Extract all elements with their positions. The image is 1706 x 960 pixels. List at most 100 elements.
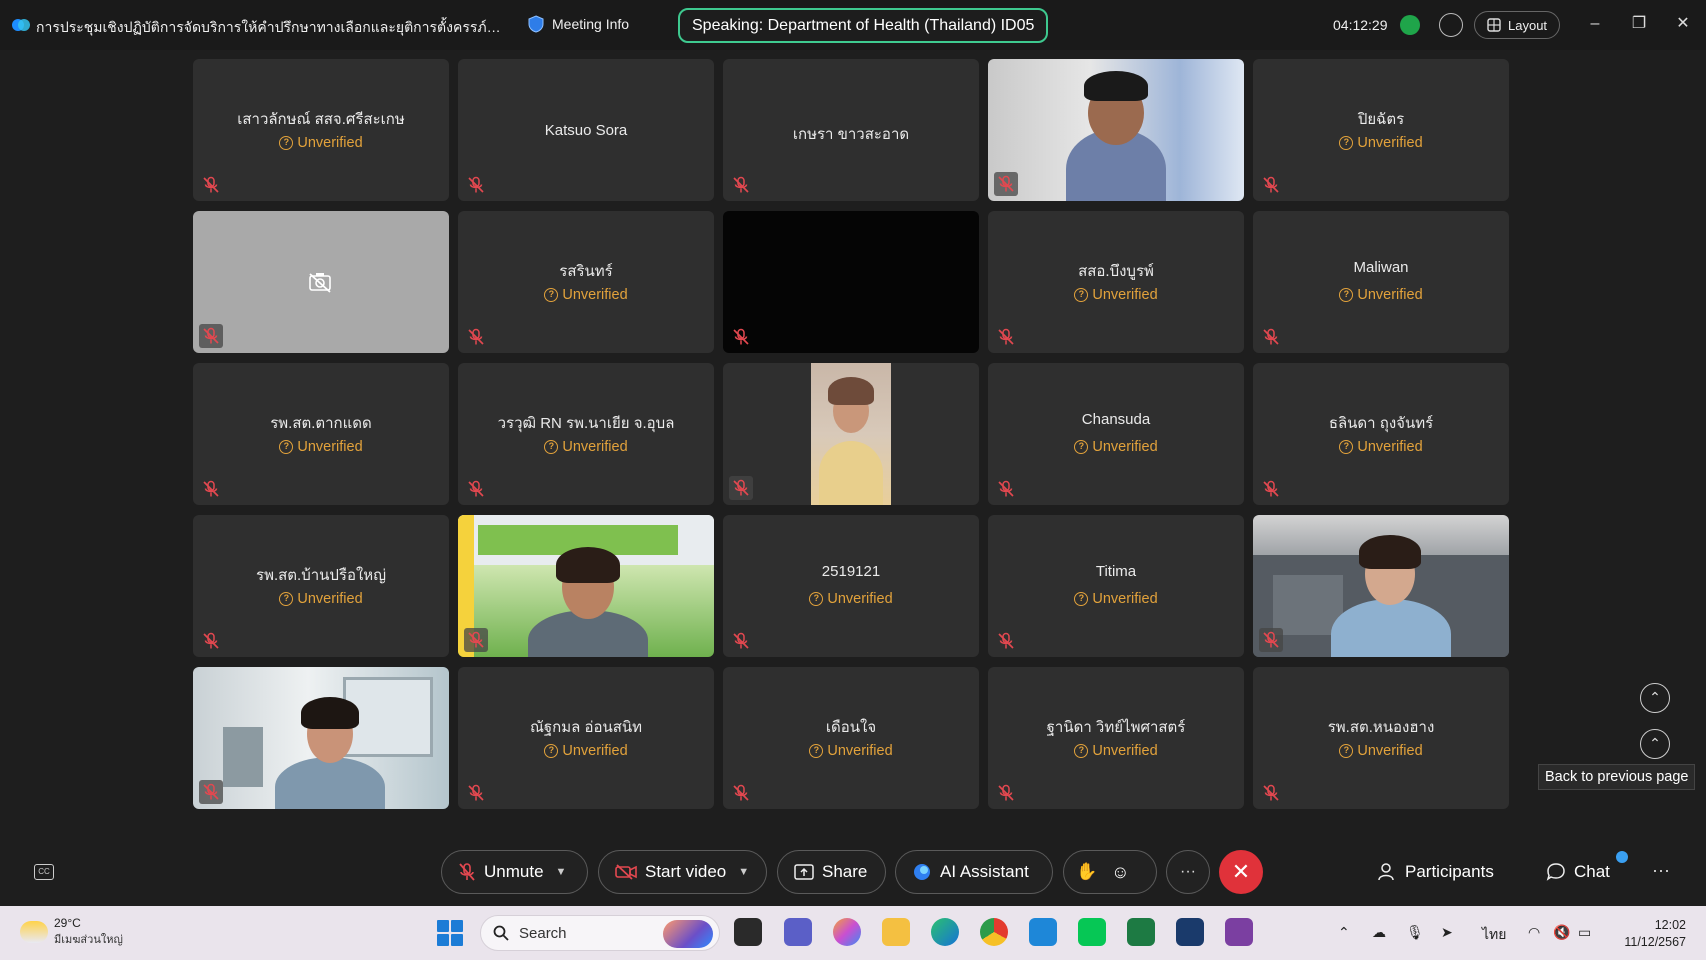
teams-icon[interactable] [784,918,812,946]
participant-tile[interactable]: ปิยฉัตร ? Unverified [1253,59,1509,201]
unverified-icon: ? [544,440,559,454]
share-screen-icon [794,864,814,880]
camera-settings-icon[interactable] [1439,13,1463,37]
ai-assistant-button[interactable]: AI Assistant [895,850,1053,894]
excel-icon[interactable] [1127,918,1155,946]
unverified-label: Unverified [1357,743,1423,759]
camera-off-icon [309,273,331,293]
participant-tile[interactable] [458,515,714,657]
input-language-indicator[interactable]: ไทย [1482,924,1506,946]
unverified-icon: ? [1339,744,1354,758]
participant-tile[interactable] [988,59,1244,201]
raise-hand-icon[interactable]: ✋ [1076,862,1097,882]
network-signal-icon[interactable] [1400,15,1420,35]
unverified-badge: ? Unverified [1253,287,1509,303]
closed-captions-icon[interactable]: CC [34,864,54,880]
participant-name: Chansuda [1081,411,1151,428]
battery-icon[interactable]: ▭ [1578,924,1591,941]
participant-tile[interactable]: 2519121? Unverified [723,515,979,657]
show-hidden-icons-icon[interactable]: ⌃ [1338,924,1350,941]
chevron-down-icon[interactable]: ▼ [556,866,567,878]
participant-tile[interactable] [723,211,979,353]
minimize-icon[interactable]: – [1585,14,1605,34]
participant-tile[interactable] [723,363,979,505]
layout-button[interactable]: Layout [1474,11,1561,39]
participant-tile[interactable]: รพ.สต.ตากแดด? Unverified [193,363,449,505]
participant-name: ธลินดา ถุงจันทร์ [1328,415,1434,432]
task-view-icon[interactable] [734,918,762,946]
participant-tile[interactable]: Katsuo Sora [458,59,714,201]
meeting-timer: 04:12:29 [1333,17,1388,33]
onedrive-icon[interactable]: ☁ [1372,924,1386,941]
share-button[interactable]: Share [777,850,886,894]
close-icon[interactable]: ✕ [1673,14,1693,34]
back-to-previous-page-button[interactable]: ⌃ [1640,729,1670,759]
weather-widget[interactable]: 29°C มีเมฆส่วนใหญ่ [20,916,123,948]
unverified-badge: ? Unverified [723,743,979,759]
windows-start-icon[interactable] [437,920,463,946]
meeting-info-label: Meeting Info [552,16,630,32]
participant-tile[interactable]: วรวุฒิ RN รพ.นาเยีย จ.อุบล? Unverified [458,363,714,505]
location-icon[interactable]: ➤ [1441,924,1453,941]
line-icon[interactable] [1078,918,1106,946]
participant-tile[interactable]: ฐานิดา วิทย์ไพศาสตร์? Unverified [988,667,1244,809]
file-explorer-icon[interactable] [882,918,910,946]
start-video-button[interactable]: Start video ▼ [598,850,767,894]
unverified-icon: ? [1074,440,1089,454]
unverified-icon: ? [544,744,559,758]
taskbar-search[interactable]: Search [480,915,720,951]
system-clock[interactable]: 12:02 11/12/2567 [1616,917,1686,951]
unverified-label: Unverified [827,743,893,759]
speaker-muted-icon[interactable]: 🔇 [1553,924,1570,941]
participant-tile[interactable] [193,211,449,353]
participant-tile[interactable]: เกษรา ขาวสะอาด [723,59,979,201]
leave-meeting-button[interactable]: ✕ [1219,850,1263,894]
mic-muted-icon [202,480,220,498]
participant-tile[interactable]: ณัฐกมล อ่อนสนิท? Unverified [458,667,714,809]
restore-icon[interactable]: ❐ [1629,14,1649,34]
participant-tile[interactable]: Chansuda? Unverified [988,363,1244,505]
mic-muted-tray-icon[interactable]: 🎙 [1406,924,1424,941]
unverified-icon: ? [809,744,824,758]
chat-button[interactable]: Chat [1546,862,1610,882]
participant-tile[interactable]: Maliwan? Unverified [1253,211,1509,353]
participant-tile[interactable]: รพ.สต.บ้านปรือใหญ่? Unverified [193,515,449,657]
scroll-to-top-icon[interactable]: ⌃ [1640,683,1670,713]
windows-taskbar: 29°C มีเมฆส่วนใหญ่ Search ⌃ ☁ 🎙 ➤ ไทย ◠ … [0,906,1706,960]
mic-muted-icon [467,480,485,498]
unverified-badge: ? Unverified [1253,135,1509,151]
mic-muted-icon [1262,176,1280,194]
copilot-icon[interactable] [833,918,861,946]
unverified-label: Unverified [1092,439,1158,455]
unmute-button[interactable]: Unmute ▼ [441,850,588,894]
webex-icon[interactable] [1176,918,1204,946]
participant-tile[interactable] [1253,515,1509,657]
unverified-badge: ? Unverified [458,287,714,303]
participant-name: ปิยฉัตร [1357,111,1405,128]
participant-tile[interactable]: เสาวลักษณ์ สสจ.ศรีสะเกษ? Unverified [193,59,449,201]
participant-tile[interactable]: รสรินทร์? Unverified [458,211,714,353]
participant-tile[interactable] [193,667,449,809]
notepad-icon[interactable] [1029,918,1057,946]
meeting-info-button[interactable]: Meeting Info [528,15,629,33]
participant-tile[interactable]: Titima? Unverified [988,515,1244,657]
participant-tile[interactable]: ธลินดา ถุงจันทร์? Unverified [1253,363,1509,505]
participant-tile[interactable]: รพ.สต.หนองฮาง? Unverified [1253,667,1509,809]
search-highlight-image [663,920,713,948]
more-options-icon[interactable]: ··· [1166,850,1210,894]
unverified-badge: ? Unverified [988,743,1244,759]
unverified-badge: ? Unverified [193,135,449,151]
chrome-icon[interactable] [980,918,1008,946]
wifi-icon[interactable]: ◠ [1528,924,1540,941]
participant-tile[interactable]: เดือนใจ? Unverified [723,667,979,809]
more-options-icon[interactable]: ··· [1652,860,1670,881]
participant-tile[interactable]: สสอ.บึงบูรพ์? Unverified [988,211,1244,353]
participants-button[interactable]: Participants [1377,862,1494,882]
ai-assistant-icon [914,864,930,880]
reactions-icon[interactable]: ☺ [1111,862,1129,883]
pdf-app-icon[interactable] [1225,918,1253,946]
edge-icon[interactable] [931,918,959,946]
weather-temperature: 29°C [54,916,81,930]
mic-muted-icon [199,324,223,348]
chevron-down-icon[interactable]: ▼ [738,866,749,878]
